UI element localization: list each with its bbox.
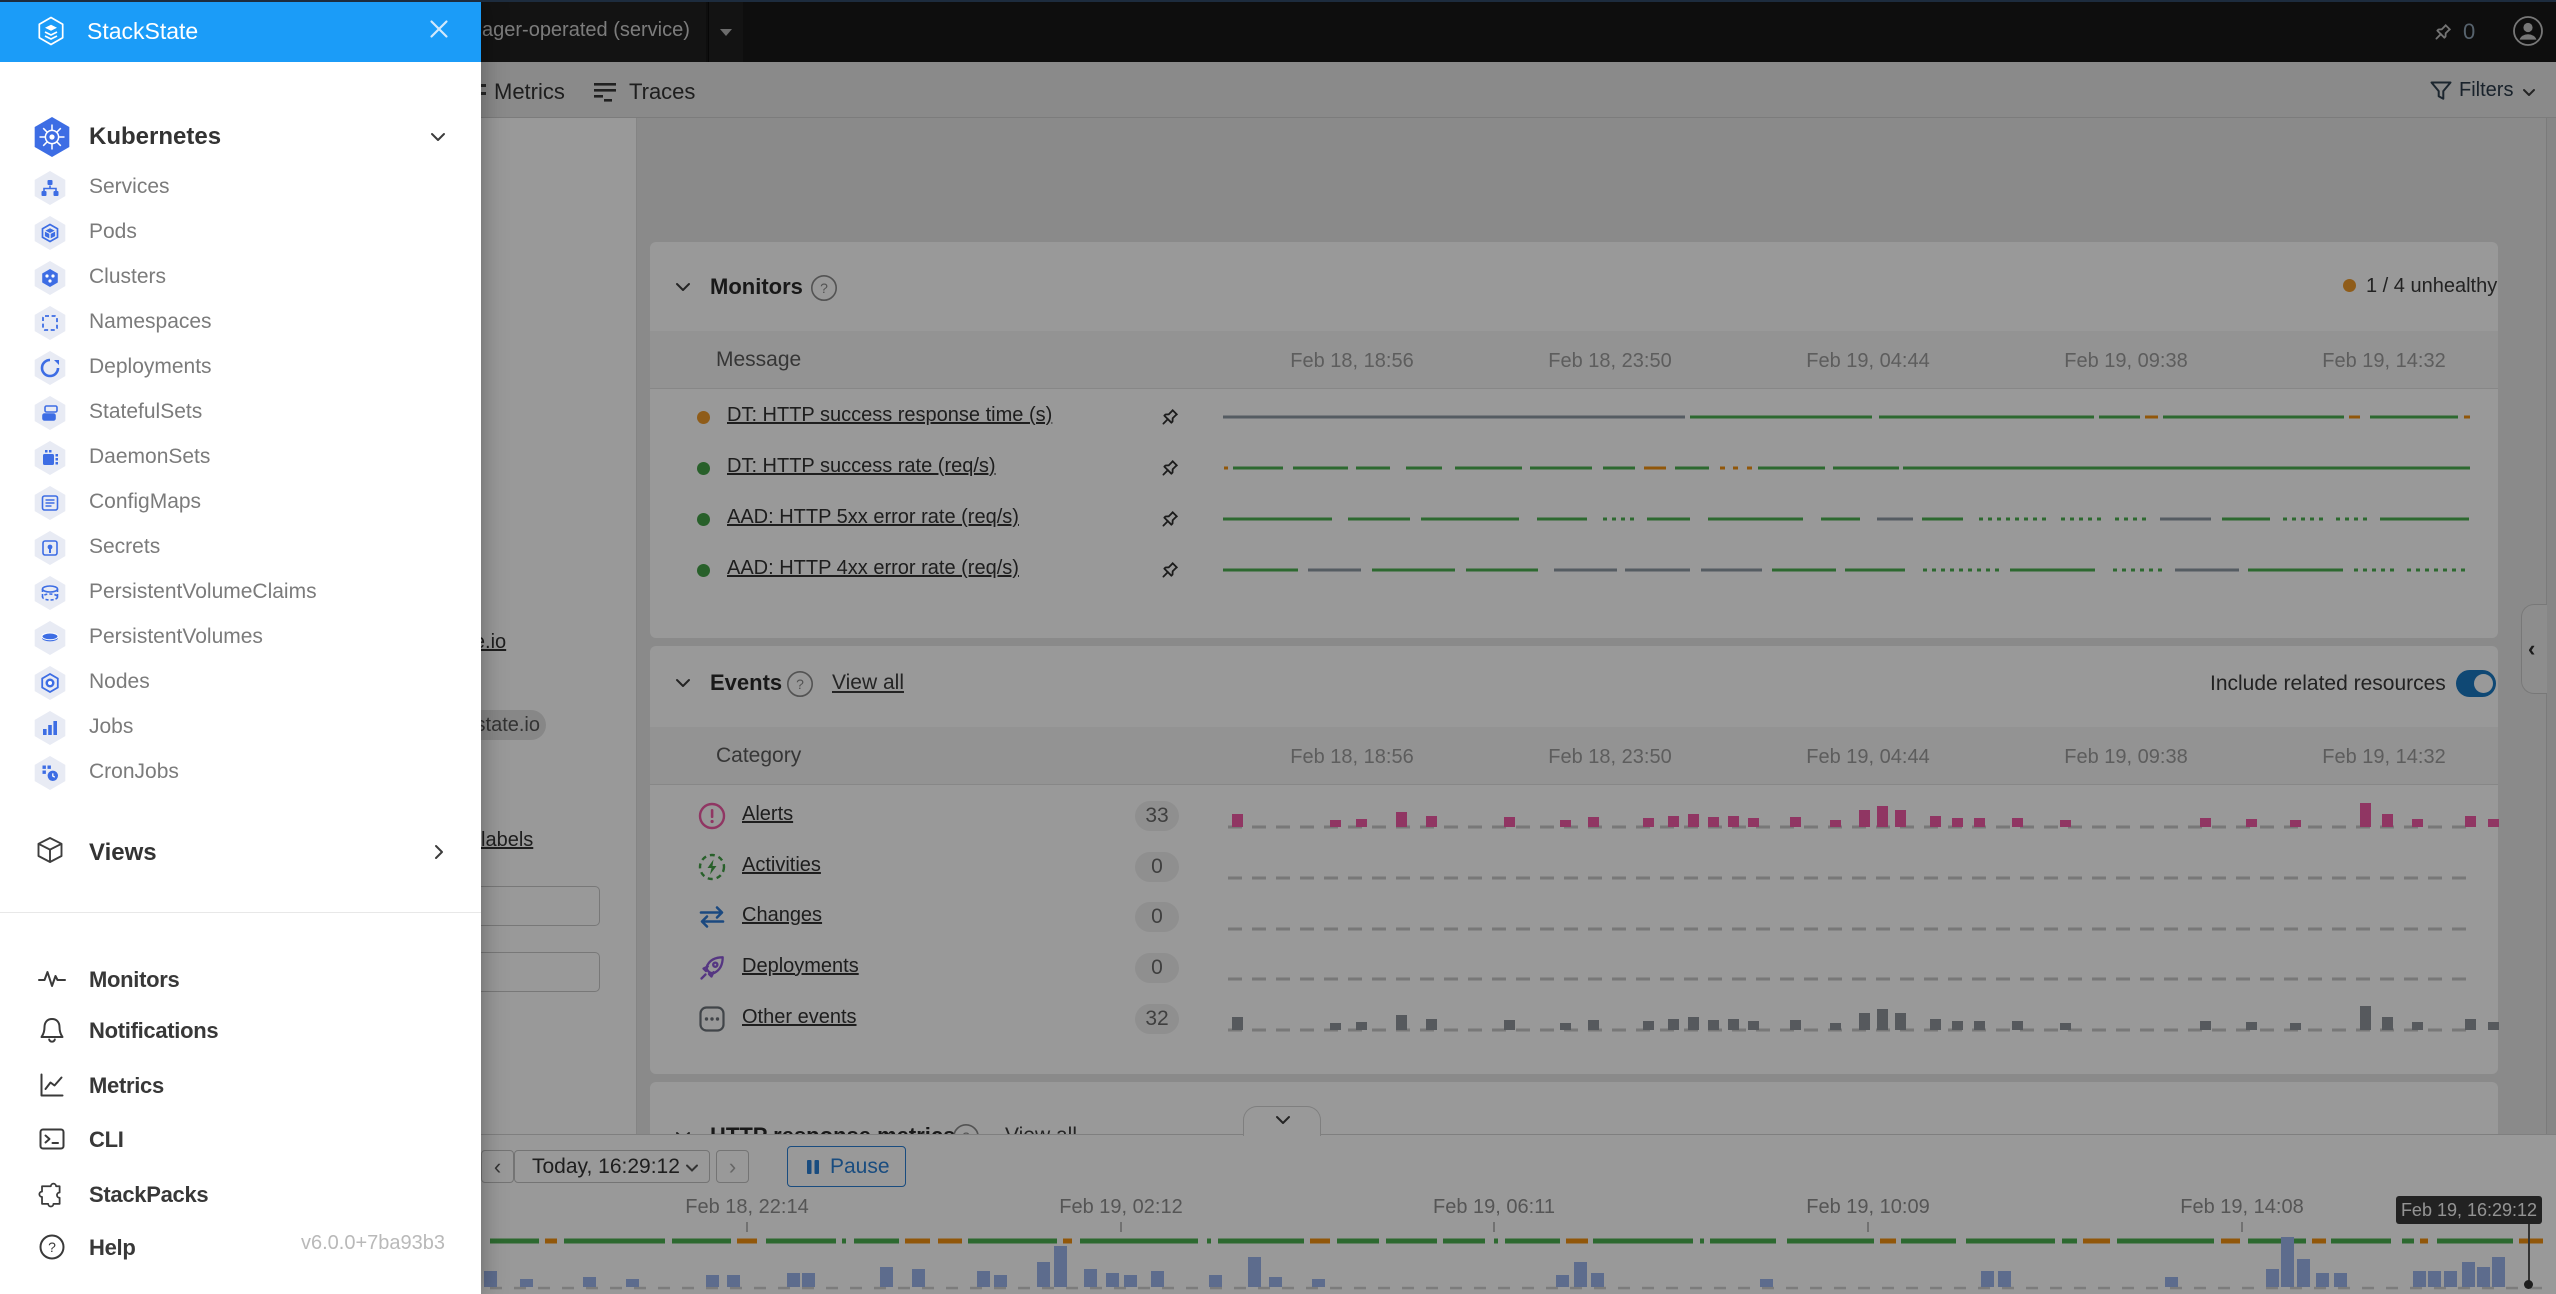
svg-text:?: ? bbox=[48, 1239, 56, 1255]
